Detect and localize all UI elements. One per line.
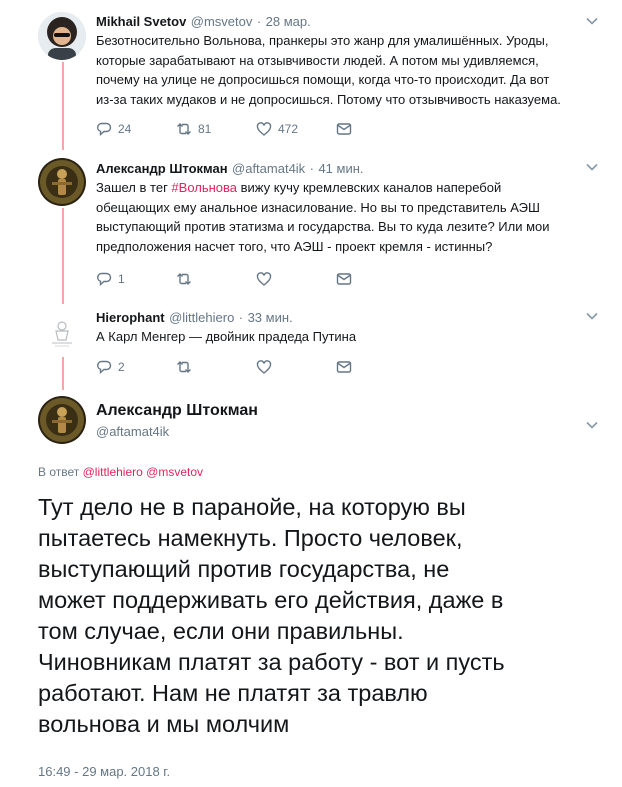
mention-link[interactable]: @littlehiero bbox=[83, 465, 143, 479]
author-name[interactable]: Александр Штокман bbox=[96, 161, 228, 176]
reply-button[interactable]: 1 bbox=[96, 271, 176, 287]
tweet-text: Безотносительно Вольнова, пранкеры это ж… bbox=[96, 31, 561, 109]
tweet-text-line: А Карл Менгер — двойник прадеда Путина bbox=[96, 329, 357, 344]
message-icon bbox=[336, 361, 352, 373]
tweet-text-line: Зашел в тег #Вольнова вижу кучу кремлевс… bbox=[96, 178, 550, 198]
tweet-text-line: выступающий против государства, не bbox=[38, 556, 450, 582]
separator-dot: · bbox=[309, 161, 314, 176]
tweet-actions: 24 81 472 bbox=[96, 121, 352, 137]
tweet-date[interactable]: 33 мин. bbox=[248, 310, 293, 325]
message-icon bbox=[336, 273, 352, 285]
like-button[interactable] bbox=[256, 271, 336, 287]
tweet-text-line: работают. Нам не платят за травлю bbox=[38, 680, 428, 706]
tweet-text-line: вольнова и мы молчим bbox=[38, 711, 290, 737]
reply-count: 2 bbox=[118, 360, 125, 374]
tweet-text-line: из-за таких мудаков и не допросишься. По… bbox=[96, 91, 561, 107]
author-name[interactable]: Mikhail Svetov bbox=[96, 14, 186, 29]
tweet-header: Hierophant @littlehiero · 33 мин. bbox=[96, 309, 293, 327]
main-author-name[interactable]: Александр Штокман bbox=[96, 402, 258, 420]
retweet-icon bbox=[177, 273, 191, 285]
like-button[interactable] bbox=[256, 359, 336, 375]
tweet-actions: 1 bbox=[96, 271, 352, 287]
thread-line bbox=[62, 62, 64, 150]
message-button[interactable] bbox=[336, 121, 352, 137]
text-segment: Зашел в тег bbox=[96, 180, 172, 195]
chevron-down-icon[interactable] bbox=[585, 14, 599, 28]
reply-count: 24 bbox=[118, 122, 132, 136]
author-name[interactable]: Hierophant bbox=[96, 310, 165, 325]
tweet-header: Mikhail Svetov @msvetov · 28 мар. bbox=[96, 13, 311, 31]
retweet-button[interactable]: 81 bbox=[176, 121, 256, 137]
tweet-text-line: Тут дело не в паранойе, на которую вы bbox=[38, 494, 466, 520]
retweet-count: 81 bbox=[198, 122, 212, 136]
message-button[interactable] bbox=[336, 271, 352, 287]
separator-dot: · bbox=[256, 14, 262, 29]
reply-prefix: В ответ bbox=[38, 465, 80, 479]
tweet-text-line: может поддерживать его действия, даже в bbox=[38, 587, 504, 613]
thread-line bbox=[62, 208, 64, 304]
tweet-date[interactable]: 41 мин. bbox=[318, 161, 363, 176]
tweet-text: Зашел в тег #Вольнова вижу кучу кремлевс… bbox=[96, 178, 550, 256]
message-button[interactable] bbox=[336, 359, 352, 375]
reply-icon bbox=[97, 360, 112, 375]
like-icon bbox=[256, 272, 272, 286]
like-button[interactable]: 472 bbox=[256, 121, 336, 137]
separator-dot: · bbox=[238, 310, 244, 325]
reply-count: 1 bbox=[118, 272, 125, 286]
tweet-text-line: выступающий против этатизма и государств… bbox=[96, 219, 550, 234]
chevron-down-icon[interactable] bbox=[585, 309, 599, 323]
author-handle[interactable]: @msvetov bbox=[191, 14, 253, 29]
tweet-text-line: которые зарабатывают на отзывчивости люд… bbox=[96, 52, 539, 68]
reply-button[interactable]: 24 bbox=[96, 121, 176, 137]
author-handle[interactable]: @littlehiero bbox=[169, 310, 234, 325]
tweet-text-line: Чиновникам платят за работу - вот и пуст… bbox=[38, 649, 505, 675]
tweet-header: Александр Штокман @aftamat4ik · 41 мин. bbox=[96, 160, 364, 178]
tweet-text-line: Безотносительно Вольнова, пранкеры это ж… bbox=[96, 33, 549, 48]
tweet-text-line: предположения насчет того, что АЭШ - про… bbox=[96, 238, 493, 254]
tweet-text-line: пытаетесь намекнуть. Просто человек, bbox=[38, 525, 463, 551]
tweet-date[interactable]: 28 мар. bbox=[266, 14, 311, 29]
tweet-timestamp[interactable]: 16:49 - 29 мар. 2018 г. bbox=[38, 764, 170, 779]
reply-button[interactable]: 2 bbox=[96, 359, 176, 375]
like-icon bbox=[256, 122, 272, 136]
main-tweet-text: Тут дело не в паранойе, на которую вы пы… bbox=[38, 492, 505, 740]
retweet-button[interactable] bbox=[176, 271, 256, 287]
like-count: 472 bbox=[278, 122, 299, 136]
thread-line bbox=[62, 356, 64, 390]
avatar[interactable] bbox=[38, 396, 86, 444]
reply-context: В ответ @littlehiero @msvetov bbox=[38, 465, 203, 479]
tweet-text-line: обещающих ему анальное изнасилование. Но… bbox=[96, 199, 540, 215]
tweet-text-line: том случае, если они правильны. bbox=[38, 618, 404, 644]
retweet-button[interactable] bbox=[176, 359, 256, 375]
retweet-icon bbox=[177, 123, 191, 135]
message-icon bbox=[336, 123, 352, 135]
mention-link[interactable]: @msvetov bbox=[146, 465, 203, 479]
author-handle[interactable]: @aftamat4ik bbox=[232, 161, 305, 176]
retweet-icon bbox=[177, 361, 191, 373]
reply-icon bbox=[97, 272, 112, 287]
avatar[interactable] bbox=[38, 309, 86, 357]
chevron-down-icon[interactable] bbox=[585, 418, 599, 432]
chevron-down-icon[interactable] bbox=[585, 160, 599, 174]
text-segment: вижу кучу кремлевских каналов наперебой bbox=[237, 180, 502, 195]
hashtag-link[interactable]: #Вольнова bbox=[171, 180, 237, 195]
tweet-text: А Карл Менгер — двойник прадеда Путина bbox=[96, 327, 356, 347]
avatar[interactable] bbox=[38, 12, 86, 60]
tweet-actions: 2 bbox=[96, 359, 352, 375]
avatar[interactable] bbox=[38, 158, 86, 206]
like-icon bbox=[256, 360, 272, 374]
main-author-handle[interactable]: @aftamat4ik bbox=[96, 424, 169, 439]
tweet-text-line: почему на улице не допросишься помощи, к… bbox=[96, 72, 550, 87]
reply-icon bbox=[97, 122, 112, 137]
